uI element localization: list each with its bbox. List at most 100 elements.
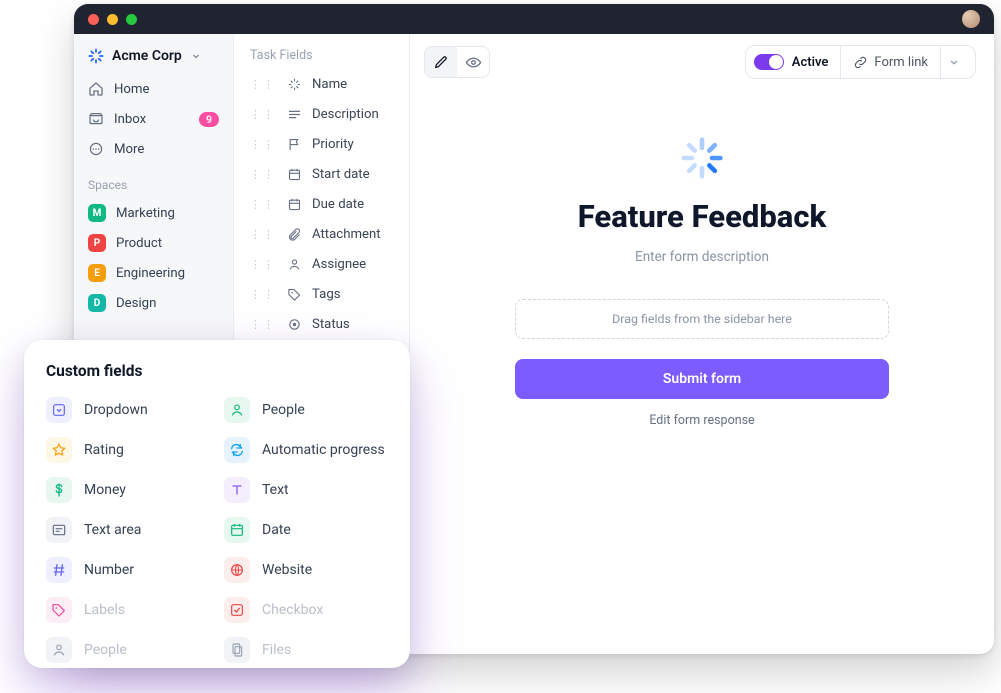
form-description-placeholder[interactable]: Enter form description: [635, 249, 769, 265]
home-icon: [88, 81, 104, 97]
field-label: Start date: [312, 167, 370, 182]
custom-field-option-labels[interactable]: Labels: [46, 594, 210, 626]
field-label: Assignee: [312, 257, 366, 272]
task-fields-heading: Task Fields: [234, 34, 409, 69]
field-label: Attachment: [312, 227, 381, 242]
nav-label: Home: [114, 82, 150, 97]
custom-field-option-dropdown[interactable]: Dropdown: [46, 394, 210, 426]
window-controls: [88, 14, 137, 25]
option-label: Date: [262, 522, 291, 538]
person-icon: [286, 257, 302, 272]
field-label: Status: [312, 317, 350, 332]
drag-handle-icon[interactable]: ⋮⋮: [250, 318, 276, 331]
space-chip: P: [88, 234, 106, 252]
edit-mode-button[interactable]: [425, 47, 457, 77]
space-chip: M: [88, 204, 106, 222]
drag-handle-icon[interactable]: ⋮⋮: [250, 198, 276, 211]
space-label: Marketing: [116, 206, 175, 221]
chevron-down-icon: [190, 50, 202, 62]
drag-handle-icon[interactable]: ⋮⋮: [250, 78, 276, 91]
task-field-tags[interactable]: ⋮⋮ Tags: [234, 279, 409, 309]
space-label: Design: [116, 296, 156, 311]
field-label: Priority: [312, 137, 354, 152]
custom-field-option-checkbox[interactable]: Checkbox: [224, 594, 388, 626]
nav-label: Inbox: [114, 112, 146, 127]
flag-icon: [286, 137, 302, 152]
option-label: Text: [262, 482, 289, 498]
user-avatar[interactable]: [962, 10, 980, 28]
option-label: Checkbox: [262, 602, 323, 618]
form-canvas: Active Form link Feature Feedback Enter …: [410, 34, 994, 654]
custom-field-option-text area[interactable]: Text area: [46, 514, 210, 546]
active-toggle[interactable]: [754, 54, 784, 70]
field-label: Name: [312, 77, 347, 92]
task-field-assignee[interactable]: ⋮⋮ Assignee: [234, 249, 409, 279]
form-link-label: Form link: [874, 55, 928, 70]
space-label: Engineering: [116, 266, 185, 281]
custom-field-option-number[interactable]: Number: [46, 554, 210, 586]
drag-handle-icon[interactable]: ⋮⋮: [250, 258, 276, 271]
option-label: People: [84, 642, 127, 658]
tag-icon: [46, 597, 72, 623]
custom-field-option-automatic progress[interactable]: Automatic progress: [224, 434, 388, 466]
form-link-menu-button[interactable]: [941, 55, 967, 69]
sidebar-space-product[interactable]: P Product: [74, 228, 233, 258]
person-icon: [224, 397, 250, 423]
custom-field-option-rating[interactable]: Rating: [46, 434, 210, 466]
option-label: Dropdown: [84, 402, 148, 418]
option-label: Labels: [84, 602, 125, 618]
preview-mode-button[interactable]: [457, 47, 489, 77]
sidebar-space-design[interactable]: D Design: [74, 288, 233, 318]
minimize-window-button[interactable]: [107, 14, 118, 25]
sidebar-space-marketing[interactable]: M Marketing: [74, 198, 233, 228]
task-field-name[interactable]: ⋮⋮ Name: [234, 69, 409, 99]
custom-fields-picker-title: Custom fields: [46, 362, 388, 380]
option-label: Text area: [84, 522, 141, 538]
edit-form-response-link[interactable]: Edit form response: [649, 413, 754, 428]
nav-label: More: [114, 142, 144, 157]
nav-home[interactable]: Home: [74, 74, 233, 104]
files-icon: [224, 637, 250, 663]
task-field-start date[interactable]: ⋮⋮ Start date: [234, 159, 409, 189]
custom-field-option-people[interactable]: People: [46, 634, 210, 666]
text-t-icon: [224, 477, 250, 503]
custom-field-option-people[interactable]: People: [224, 394, 388, 426]
field-drop-zone[interactable]: Drag fields from the sidebar here: [515, 299, 889, 339]
sidebar-space-engineering[interactable]: E Engineering: [74, 258, 233, 288]
task-field-attachment[interactable]: ⋮⋮ Attachment: [234, 219, 409, 249]
drag-handle-icon[interactable]: ⋮⋮: [250, 138, 276, 151]
form-toolbar: Active Form link: [410, 34, 994, 90]
zoom-window-button[interactable]: [126, 14, 137, 25]
calendar-icon: [286, 197, 302, 212]
custom-field-option-money[interactable]: Money: [46, 474, 210, 506]
custom-field-option-files[interactable]: Files: [224, 634, 388, 666]
nav-inbox[interactable]: Inbox 9: [74, 104, 233, 134]
option-label: People: [262, 402, 305, 418]
star-icon: [46, 437, 72, 463]
field-label: Tags: [312, 287, 341, 302]
option-label: Website: [262, 562, 312, 578]
drag-handle-icon[interactable]: ⋮⋮: [250, 168, 276, 181]
custom-field-option-text[interactable]: Text: [224, 474, 388, 506]
drag-handle-icon[interactable]: ⋮⋮: [250, 108, 276, 121]
close-window-button[interactable]: [88, 14, 99, 25]
inbox-badge-count: 9: [199, 112, 219, 127]
space-label: Product: [116, 236, 162, 251]
custom-field-option-website[interactable]: Website: [224, 554, 388, 586]
task-field-priority[interactable]: ⋮⋮ Priority: [234, 129, 409, 159]
workspace-switcher[interactable]: Acme Corp: [74, 34, 233, 74]
tag-icon: [286, 287, 302, 302]
task-field-status[interactable]: ⋮⋮ Status: [234, 309, 409, 339]
dollar-icon: [46, 477, 72, 503]
task-field-due date[interactable]: ⋮⋮ Due date: [234, 189, 409, 219]
option-label: Automatic progress: [262, 442, 385, 458]
task-field-description[interactable]: ⋮⋮ Description: [234, 99, 409, 129]
custom-field-option-date[interactable]: Date: [224, 514, 388, 546]
form-link-button[interactable]: Form link: [841, 46, 941, 78]
nav-more[interactable]: More: [74, 134, 233, 164]
drag-handle-icon[interactable]: ⋮⋮: [250, 288, 276, 301]
submit-form-button[interactable]: Submit form: [515, 359, 889, 399]
form-title[interactable]: Feature Feedback: [578, 198, 826, 235]
drag-handle-icon[interactable]: ⋮⋮: [250, 228, 276, 241]
more-icon: [88, 141, 104, 157]
